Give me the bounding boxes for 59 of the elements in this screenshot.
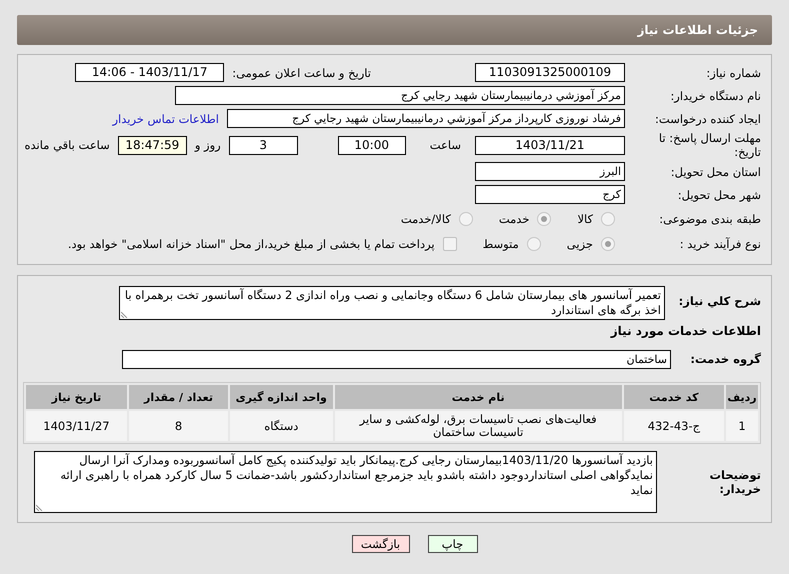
date-field[interactable]: 1403/11/21: [475, 136, 625, 154]
input-field[interactable]: 1103091325000109: [475, 63, 625, 82]
notes-textarea[interactable]: بازدید آسانسورها 1403/11/20بیمارستان رجایی کرج.پیمانکار باید تولیدکننده پکیج کامل آسانسوربوده ومدارک آنرا ارسال نمایدگواهی اصلی استانداردوجود داشته باشدو باید جزمرجع استانداردکشور باشد-ضمانت 5 سال کارکرد همراه با راهبری ارائه نماید: [34, 451, 657, 513]
table-cell: فعالیت‌های نصب تاسیسات برق، لوله‌کشی و سایر تاسیسات ساختمان: [334, 411, 622, 441]
radio-button[interactable]: [601, 212, 615, 226]
radio-label: خدمت: [498, 212, 530, 226]
field-label: شرح کلي نیاز:: [678, 293, 761, 308]
column-header: واحد اندازه گیری: [230, 385, 332, 409]
table-cell: ج-43-432: [624, 411, 724, 441]
back-button[interactable]: بازگشت: [352, 535, 410, 553]
time-field[interactable]: 10:00: [338, 136, 406, 154]
field-label: نوع فرآیند خرید :: [678, 236, 761, 250]
input-field[interactable]: 1403/11/17 - 14:06: [75, 63, 224, 82]
radio-button[interactable]: [458, 212, 473, 226]
field-label: مهلت ارسال پاسخ: تا تاریخ:: [658, 131, 761, 159]
radio-button[interactable]: [537, 212, 552, 226]
input-field[interactable]: مرکز آموزشي درمانيبيمارستان شهيد رجايي کرج: [175, 86, 625, 105]
radio-label: جزیی: [566, 236, 593, 250]
input-field[interactable]: کرج: [475, 185, 625, 204]
print-button[interactable]: چاپ: [428, 535, 478, 553]
table-cell: 8: [128, 411, 228, 441]
field-label: ساعت باقي مانده: [24, 138, 110, 152]
radio-button[interactable]: [601, 236, 615, 250]
table-cell: 1: [726, 411, 758, 441]
remaining-time-field[interactable]: 18:47:59: [118, 136, 187, 154]
radio-label: کالا: [577, 212, 593, 226]
resize-grip-icon[interactable]: [121, 310, 129, 318]
field-label: گروه خدمت:: [689, 352, 761, 366]
radio-button[interactable]: [526, 236, 541, 250]
column-header: تاریخ نیاز: [26, 385, 127, 409]
field-label: ساعت: [430, 138, 461, 152]
field-label: طبقه بندی موضوعی:: [658, 212, 761, 226]
field-label: نام دستگاه خریدار:: [669, 88, 761, 102]
page-title: جزئیات اطلاعات نیاز: [17, 15, 772, 45]
table-cell: دستگاه: [230, 411, 332, 441]
section-heading: اطلاعات خدمات مورد نیاز: [609, 324, 761, 338]
days-field[interactable]: 3: [228, 136, 298, 154]
checkbox-label: پرداخت تمام یا بخشی از مبلغ خرید،از محل "اسناد خزانه اسلامی" خواهد بود.: [68, 236, 435, 250]
field-label: ایجاد کننده درخواست:: [654, 112, 761, 126]
column-header: نام خدمت: [334, 385, 622, 409]
radio-label: کالا/خدمت: [400, 212, 451, 226]
checkbox[interactable]: [442, 236, 457, 250]
field-label: شهر محل تحویل:: [676, 188, 761, 202]
field-label: تاریخ و ساعت اعلان عمومی:: [232, 66, 371, 80]
column-header: تعداد / مقدار: [128, 385, 228, 409]
column-header: کد خدمت: [624, 385, 724, 409]
input-field[interactable]: البرز: [475, 162, 625, 181]
resize-grip-icon[interactable]: [36, 503, 44, 511]
column-header: ردیف: [726, 385, 758, 409]
field-label: توضیحات خریدار:: [708, 468, 761, 496]
field-label: شماره نیاز:: [705, 66, 761, 80]
contact-link[interactable]: اطلاعات تماس خریدار: [112, 112, 219, 126]
table-cell: 1403/11/27: [26, 411, 127, 441]
input-field[interactable]: ساختمان: [122, 350, 671, 368]
input-field[interactable]: فرشاد نوروزی کارپرداز مرکز آموزشي درمانيبيمارستان شهيد رجايي کرج: [227, 109, 625, 128]
radio-label: متوسط: [482, 236, 519, 250]
description-textarea[interactable]: تعمیر آسانسور های بیمارستان شامل 6 دستگاه وجانمایی و نصب وراه اندازی 2 دستگاه آسانسور تخت برهمراه با اخذ برگه های استاندارد: [119, 286, 665, 320]
field-label: استان محل تحویل:: [670, 164, 761, 178]
field-label: روز و: [194, 138, 221, 152]
